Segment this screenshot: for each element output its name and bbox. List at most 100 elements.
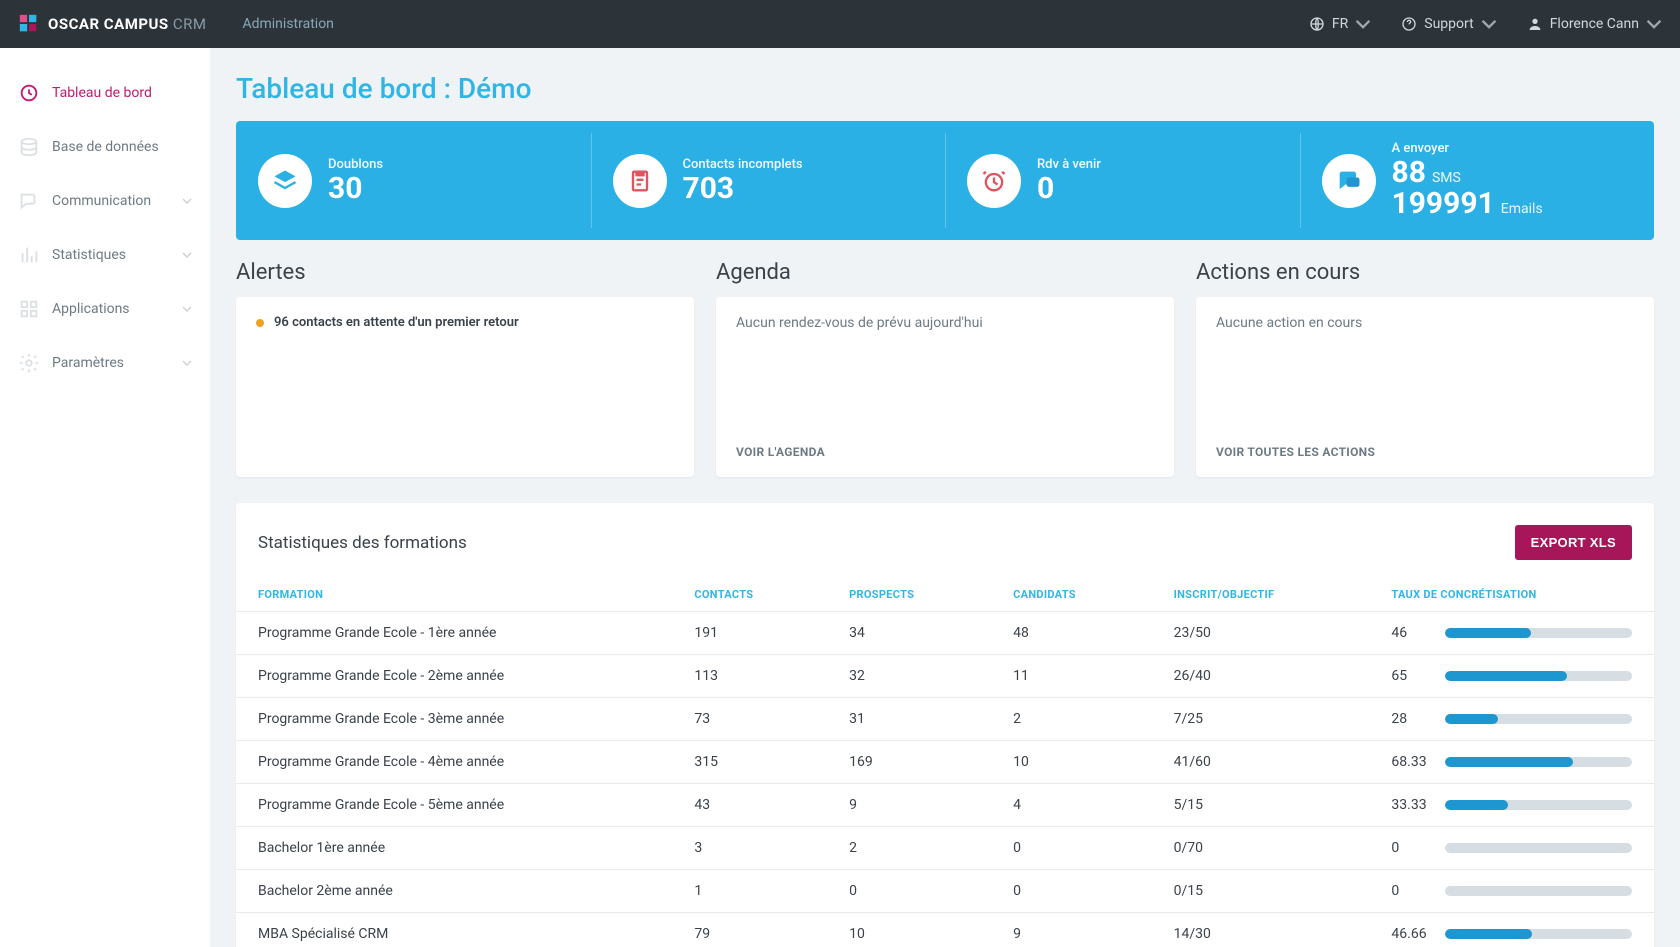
admin-link[interactable]: Administration bbox=[242, 16, 333, 32]
cell-taux: 0 bbox=[1369, 870, 1654, 913]
cell-prospects: 10 bbox=[827, 913, 991, 947]
chevron-down-icon bbox=[182, 304, 192, 314]
cell-candidats: 9 bbox=[991, 913, 1151, 947]
sidebar-item-label: Paramètres bbox=[52, 355, 124, 371]
stat-label: Rdv à venir bbox=[1037, 157, 1101, 172]
cell-formation: Bachelor 2ème année bbox=[236, 870, 672, 913]
table-row[interactable]: MBA Spécialisé CRM7910914/3046.66 bbox=[236, 913, 1654, 947]
cell-prospects: 31 bbox=[827, 698, 991, 741]
stat-aenvoyer[interactable]: A envoyer 88 SMS 199991 Emails bbox=[1300, 121, 1655, 240]
sidebar-item-statistiques[interactable]: Statistiques bbox=[0, 228, 210, 282]
progress-bar bbox=[1445, 671, 1632, 681]
formations-table-section: Statistiques des formations EXPORT XLS F… bbox=[236, 503, 1654, 947]
cell-prospects: 0 bbox=[827, 870, 991, 913]
table-row[interactable]: Programme Grande Ecole - 3ème année73312… bbox=[236, 698, 1654, 741]
alert-text: 96 contacts en attente d'un premier reto… bbox=[274, 315, 519, 330]
cell-taux: 28 bbox=[1369, 698, 1654, 741]
progress-bar bbox=[1445, 800, 1632, 810]
topbar: OSCAR CAMPUS CRM Administration FR Suppo… bbox=[0, 0, 1680, 48]
stat-label: Doublons bbox=[328, 157, 383, 172]
sidebar-item-param-tres[interactable]: Paramètres bbox=[0, 336, 210, 390]
chevron-down-icon bbox=[182, 358, 192, 368]
progress-bar bbox=[1445, 886, 1632, 896]
col-header[interactable]: TAUX DE CONCRÉTISATION bbox=[1369, 578, 1654, 612]
col-header[interactable]: PROSPECTS bbox=[827, 578, 991, 612]
chevron-down-icon bbox=[1355, 16, 1371, 32]
user-name: Florence Cann bbox=[1550, 16, 1639, 32]
progress-bar bbox=[1445, 628, 1632, 638]
cell-formation: Programme Grande Ecole - 5ème année bbox=[236, 784, 672, 827]
stat-doublons[interactable]: Doublons 30 bbox=[236, 121, 591, 240]
sidebar-icon bbox=[18, 82, 40, 104]
progress-bar bbox=[1445, 714, 1632, 724]
cell-inscrit: 0/70 bbox=[1152, 827, 1370, 870]
cell-inscrit: 26/40 bbox=[1152, 655, 1370, 698]
col-header[interactable]: INSCRIT/OBJECTIF bbox=[1152, 578, 1370, 612]
alarm-icon bbox=[967, 154, 1021, 208]
support-label: Support bbox=[1424, 16, 1473, 32]
cell-inscrit: 14/30 bbox=[1152, 913, 1370, 947]
table-row[interactable]: Programme Grande Ecole - 5ème année43945… bbox=[236, 784, 1654, 827]
cell-taux: 68.33 bbox=[1369, 741, 1654, 784]
cell-taux: 0 bbox=[1369, 827, 1654, 870]
cell-taux: 33.33 bbox=[1369, 784, 1654, 827]
progress-bar bbox=[1445, 843, 1632, 853]
cell-taux: 46 bbox=[1369, 612, 1654, 655]
cell-contacts: 113 bbox=[672, 655, 827, 698]
agenda-link[interactable]: VOIR L'AGENDA bbox=[736, 445, 1154, 459]
col-header[interactable]: CONTACTS bbox=[672, 578, 827, 612]
logo[interactable]: OSCAR CAMPUS CRM bbox=[18, 13, 206, 35]
chat-icon bbox=[1322, 154, 1376, 208]
agenda-card: Aucun rendez-vous de prévu aujourd'hui V… bbox=[716, 297, 1174, 477]
table-row[interactable]: Programme Grande Ecole - 1ère année19134… bbox=[236, 612, 1654, 655]
alert-item[interactable]: 96 contacts en attente d'un premier reto… bbox=[256, 315, 674, 330]
cell-taux: 46.66 bbox=[1369, 913, 1654, 947]
user-menu[interactable]: Florence Cann bbox=[1527, 16, 1662, 32]
cell-contacts: 1 bbox=[672, 870, 827, 913]
cell-candidats: 2 bbox=[991, 698, 1151, 741]
stat-email-value: 199991 bbox=[1392, 187, 1495, 220]
cell-prospects: 9 bbox=[827, 784, 991, 827]
actions-link[interactable]: VOIR TOUTES LES ACTIONS bbox=[1216, 445, 1634, 459]
actions-title: Actions en cours bbox=[1196, 260, 1654, 285]
cell-candidats: 4 bbox=[991, 784, 1151, 827]
alert-dot-icon bbox=[256, 319, 264, 327]
globe-icon bbox=[1309, 16, 1325, 32]
table-row[interactable]: Programme Grande Ecole - 4ème année31516… bbox=[236, 741, 1654, 784]
cell-formation: Programme Grande Ecole - 2ème année bbox=[236, 655, 672, 698]
cell-candidats: 0 bbox=[991, 827, 1151, 870]
stat-value: 0 bbox=[1037, 172, 1101, 205]
cell-prospects: 34 bbox=[827, 612, 991, 655]
sidebar-item-tableau-de-bord[interactable]: Tableau de bord bbox=[0, 66, 210, 120]
formations-table: FORMATIONCONTACTSPROSPECTSCANDIDATSINSCR… bbox=[236, 578, 1654, 947]
clipboard-icon bbox=[613, 154, 667, 208]
chevron-down-icon bbox=[1646, 16, 1662, 32]
logo-icon bbox=[18, 13, 40, 35]
main-content: Tableau de bord : Démo Doublons 30 Conta… bbox=[210, 48, 1680, 947]
col-header[interactable]: CANDIDATS bbox=[991, 578, 1151, 612]
stats-strip: Doublons 30 Contacts incomplets 703 Rdv … bbox=[236, 121, 1654, 240]
cell-inscrit: 5/15 bbox=[1152, 784, 1370, 827]
table-row[interactable]: Bachelor 2ème année1000/150 bbox=[236, 870, 1654, 913]
chevron-down-icon bbox=[1481, 16, 1497, 32]
stat-incomplets[interactable]: Contacts incomplets 703 bbox=[591, 121, 946, 240]
cell-formation: Programme Grande Ecole - 1ère année bbox=[236, 612, 672, 655]
table-row[interactable]: Programme Grande Ecole - 2ème année11332… bbox=[236, 655, 1654, 698]
export-xls-button[interactable]: EXPORT XLS bbox=[1515, 525, 1632, 560]
cell-formation: Programme Grande Ecole - 4ème année bbox=[236, 741, 672, 784]
sidebar-icon bbox=[18, 244, 40, 266]
col-header[interactable]: FORMATION bbox=[236, 578, 672, 612]
table-row[interactable]: Bachelor 1ère année3200/700 bbox=[236, 827, 1654, 870]
stat-rdv[interactable]: Rdv à venir 0 bbox=[945, 121, 1300, 240]
page-title: Tableau de bord : Démo bbox=[236, 72, 1654, 105]
support-menu[interactable]: Support bbox=[1401, 16, 1496, 32]
sidebar-item-applications[interactable]: Applications bbox=[0, 282, 210, 336]
stat-email-unit: Emails bbox=[1501, 202, 1543, 217]
lang-switcher[interactable]: FR bbox=[1309, 16, 1371, 32]
cell-contacts: 315 bbox=[672, 741, 827, 784]
sidebar-item-communication[interactable]: Communication bbox=[0, 174, 210, 228]
table-title: Statistiques des formations bbox=[258, 533, 467, 553]
agenda-title: Agenda bbox=[716, 260, 1174, 285]
logo-text: OSCAR CAMPUS CRM bbox=[48, 15, 206, 33]
sidebar-item-base-de-donn-es[interactable]: Base de données bbox=[0, 120, 210, 174]
